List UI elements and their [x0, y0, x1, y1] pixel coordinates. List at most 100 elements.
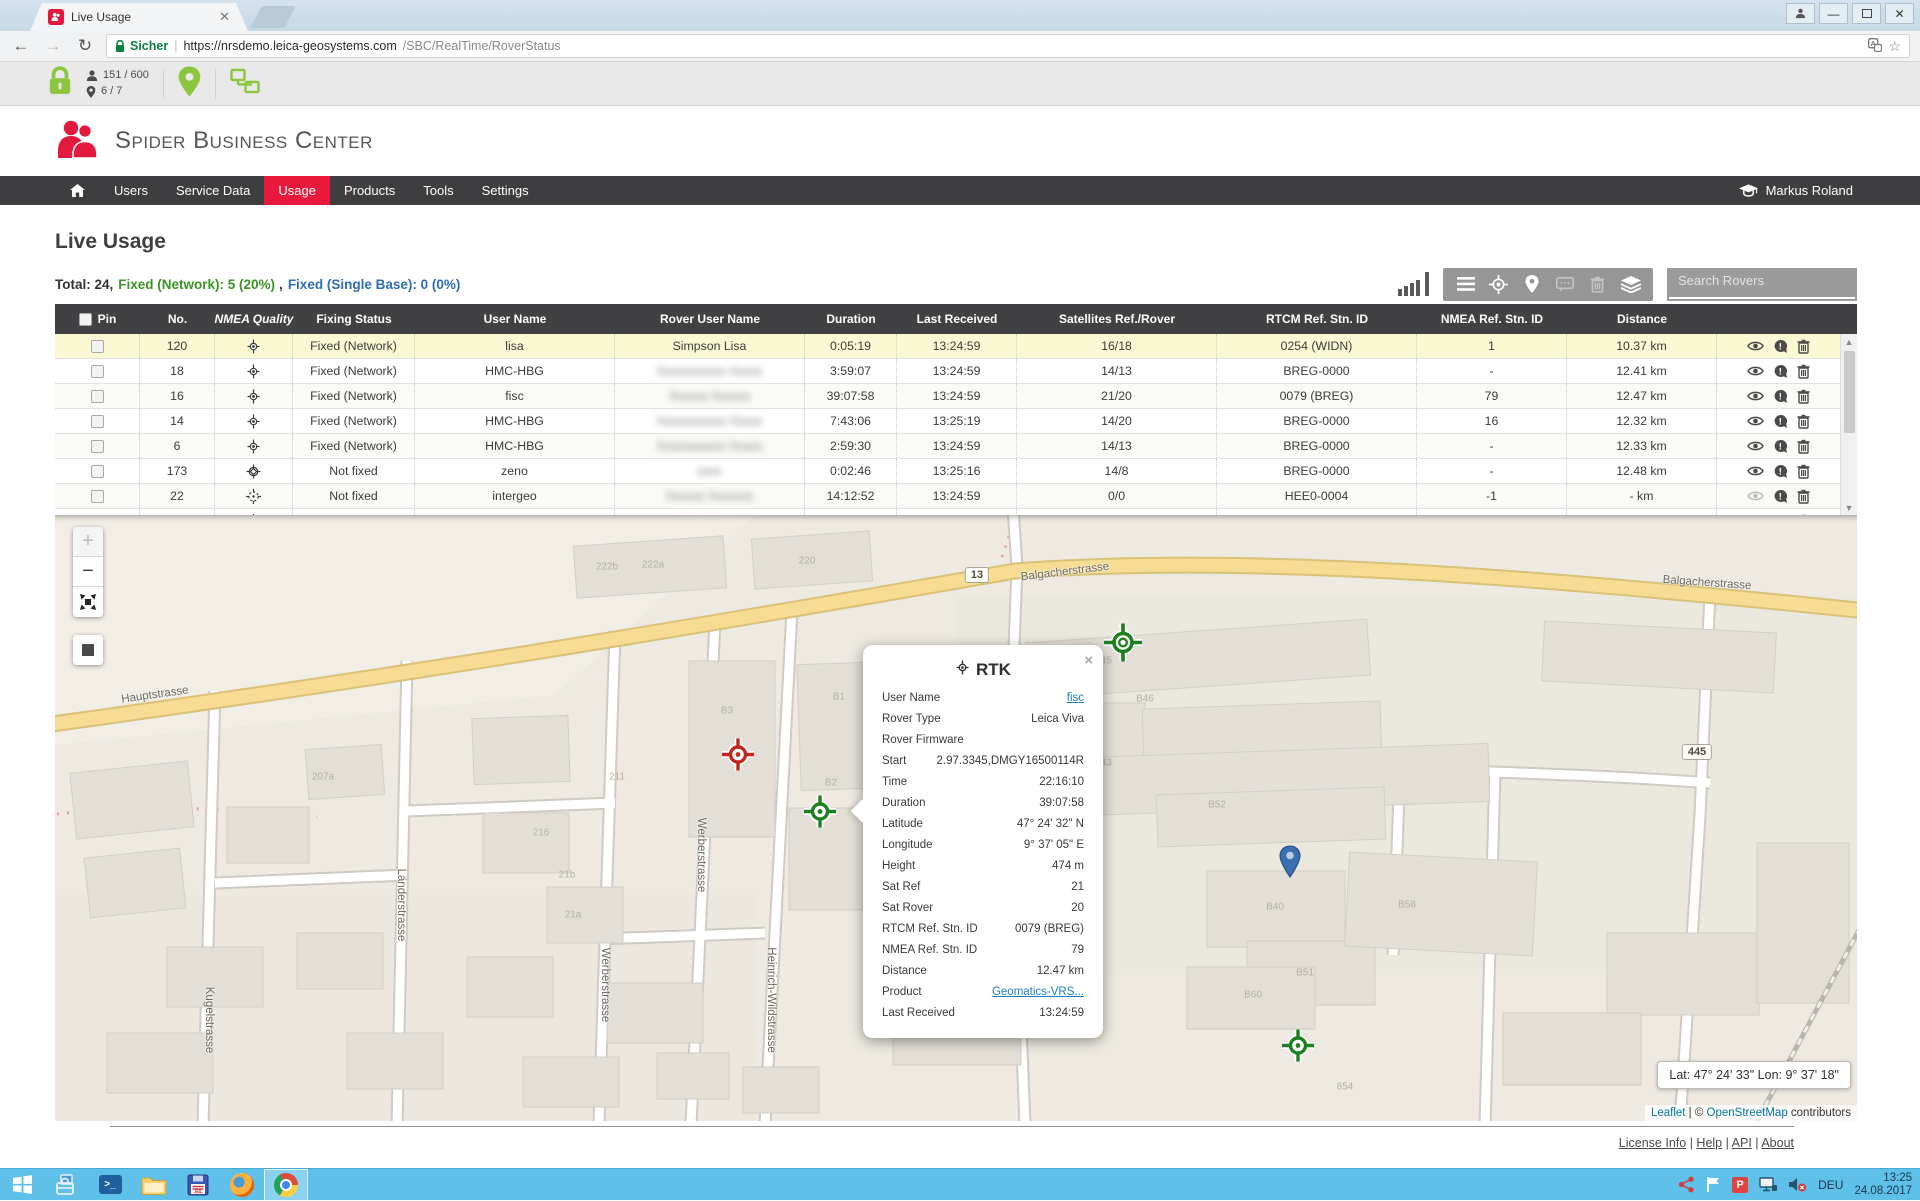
table-row[interactable]: 16 Fixed (Network) fisc Xxxxxx Xxxxxx 39… [55, 384, 1840, 409]
footer-link[interactable]: Help [1696, 1136, 1722, 1150]
reference-marker-blue[interactable] [1279, 845, 1301, 883]
search-rovers-input[interactable] [1669, 270, 1855, 299]
usage-graph-icon[interactable] [1398, 272, 1429, 296]
table-scrollbar[interactable]: ▲ ▼ [1840, 334, 1857, 515]
table-row[interactable]: 120 Fixed (Network) lisa Simpson Lisa 0:… [55, 334, 1840, 359]
view-on-map-icon[interactable] [1747, 340, 1764, 352]
layers-button[interactable] [1614, 268, 1647, 301]
scroll-down-icon[interactable]: ▼ [1845, 500, 1854, 515]
view-on-map-icon[interactable] [1747, 440, 1764, 452]
nav-item[interactable]: Settings [468, 176, 543, 205]
scroll-up-icon[interactable]: ▲ [1845, 334, 1854, 349]
message-button[interactable] [1548, 268, 1581, 301]
row-checkbox[interactable] [91, 365, 104, 378]
message-rover-icon[interactable]: ! [1773, 364, 1788, 379]
select-all-checkbox[interactable] [79, 313, 92, 326]
message-rover-icon[interactable]: ! [1773, 389, 1788, 404]
message-rover-icon[interactable]: ! [1773, 464, 1788, 479]
back-button[interactable]: ← [10, 36, 32, 56]
delete-rover-icon[interactable] [1797, 439, 1810, 454]
nav-item[interactable]: Users [100, 176, 162, 205]
delete-rover-icon[interactable] [1797, 364, 1810, 379]
tray-volume-muted-icon[interactable] [1789, 1177, 1807, 1192]
table-row[interactable]: 18 Fixed (Network) HMC-HBG Xxxxxxxxxxx X… [55, 359, 1840, 384]
maximize-button[interactable] [1852, 3, 1881, 24]
taskbar-desktop-toolbox[interactable] [44, 1169, 88, 1201]
show-on-map-button[interactable] [1515, 268, 1548, 301]
footer-link[interactable]: API [1732, 1136, 1752, 1150]
nav-item[interactable]: Products [330, 176, 409, 205]
nav-item[interactable]: Service Data [162, 176, 264, 205]
translate-icon[interactable]: A [1868, 38, 1882, 55]
list-view-button[interactable] [1449, 268, 1482, 301]
delete-rover-icon[interactable] [1797, 414, 1810, 429]
security-indicator[interactable]: Sicher [115, 39, 168, 53]
tray-share-icon[interactable] [1678, 1176, 1695, 1193]
zoom-out-button[interactable]: − [73, 557, 103, 587]
delete-button[interactable] [1581, 268, 1614, 301]
message-rover-icon[interactable]: ! [1773, 414, 1788, 429]
view-on-map-icon[interactable] [1747, 465, 1764, 477]
minimize-button[interactable]: — [1819, 3, 1848, 24]
show-extent-button[interactable] [73, 635, 103, 665]
popup-close-icon[interactable]: × [1084, 652, 1093, 669]
rover-marker-green[interactable] [1281, 1029, 1315, 1068]
rover-marker-red[interactable] [721, 738, 755, 777]
table-row[interactable]: 22 Not fixed intergeo Xxxxxx Xxxxxxx 14:… [55, 484, 1840, 509]
view-on-map-icon[interactable] [1747, 365, 1764, 377]
rover-marker-green-selected[interactable] [803, 795, 837, 834]
row-checkbox[interactable] [91, 390, 104, 403]
new-tab-button[interactable] [250, 6, 296, 28]
table-row[interactable]: 14 Fixed (Network) HMC-HBG Xxxxxxxxxxx X… [55, 409, 1840, 434]
table-row[interactable]: 6 Fixed (Network) HMC-HBG Xxxxxxxxxxx Xx… [55, 434, 1840, 459]
message-rover-icon[interactable]: ! [1773, 489, 1788, 504]
footer-link[interactable]: License Info [1619, 1136, 1686, 1150]
row-checkbox[interactable] [91, 440, 104, 453]
nav-item[interactable]: Usage [264, 176, 330, 205]
taskbar-firefox[interactable] [220, 1169, 264, 1201]
openstreetmap-link[interactable]: OpenStreetMap [1707, 1107, 1788, 1119]
taskbar-file-explorer[interactable] [132, 1169, 176, 1201]
nav-item[interactable]: Tools [409, 176, 467, 205]
footer-link[interactable]: About [1761, 1136, 1794, 1150]
current-user[interactable]: Markus Roland [1735, 176, 1857, 205]
start-button[interactable] [0, 1169, 44, 1201]
message-rover-icon[interactable]: ! [1773, 439, 1788, 454]
nav-home-button[interactable] [55, 176, 100, 205]
taskbar-powershell[interactable]: >_ [88, 1169, 132, 1201]
tray-p-icon[interactable]: P [1732, 1177, 1748, 1193]
taskbar-clock[interactable]: 13:25 24.08.2017 [1854, 1172, 1912, 1198]
leaflet-link[interactable]: Leaflet [1651, 1107, 1686, 1119]
center-target-button[interactable] [1482, 268, 1515, 301]
forward-button[interactable]: → [42, 36, 64, 56]
row-checkbox[interactable] [91, 490, 104, 503]
address-bar[interactable]: Sicher | https://nrsdemo.leica-geosystem… [106, 34, 1910, 58]
map[interactable]: HauptstrasseBalgacherstrasseBalgacherstr… [55, 515, 1857, 1121]
view-on-map-icon[interactable] [1747, 415, 1764, 427]
tray-remote-icon[interactable] [1759, 1177, 1778, 1193]
view-on-map-icon[interactable] [1747, 490, 1764, 502]
network-status-icon[interactable] [230, 68, 260, 100]
browser-profile-button[interactable] [1786, 3, 1815, 24]
delete-rover-icon[interactable] [1797, 339, 1810, 354]
tray-flag-icon[interactable] [1706, 1176, 1721, 1193]
delete-rover-icon[interactable] [1797, 489, 1810, 504]
bookmark-star-icon[interactable]: ☆ [1888, 38, 1901, 55]
taskbar-chrome-active[interactable] [264, 1169, 308, 1201]
browser-tab[interactable]: Live Usage ✕ [30, 3, 248, 31]
fullscreen-button[interactable] [73, 587, 103, 617]
row-checkbox[interactable] [91, 340, 104, 353]
keyboard-language[interactable]: DEU [1818, 1178, 1843, 1192]
rover-marker-green[interactable] [1103, 623, 1143, 668]
zoom-in-button[interactable]: + [73, 527, 103, 557]
row-checkbox[interactable] [91, 415, 104, 428]
tab-close-icon[interactable]: ✕ [219, 9, 230, 25]
scrollbar-thumb[interactable] [1844, 351, 1855, 433]
reload-button[interactable]: ↻ [74, 36, 96, 56]
positioning-pin-icon[interactable] [178, 66, 201, 102]
view-on-map-icon[interactable] [1747, 390, 1764, 402]
table-row[interactable]: 173 Not fixed zeno xxxx 0:02:46 13:25:16… [55, 459, 1840, 484]
delete-rover-icon[interactable] [1797, 389, 1810, 404]
row-checkbox[interactable] [91, 465, 104, 478]
taskbar-file-manager[interactable]: -64- [176, 1169, 220, 1201]
